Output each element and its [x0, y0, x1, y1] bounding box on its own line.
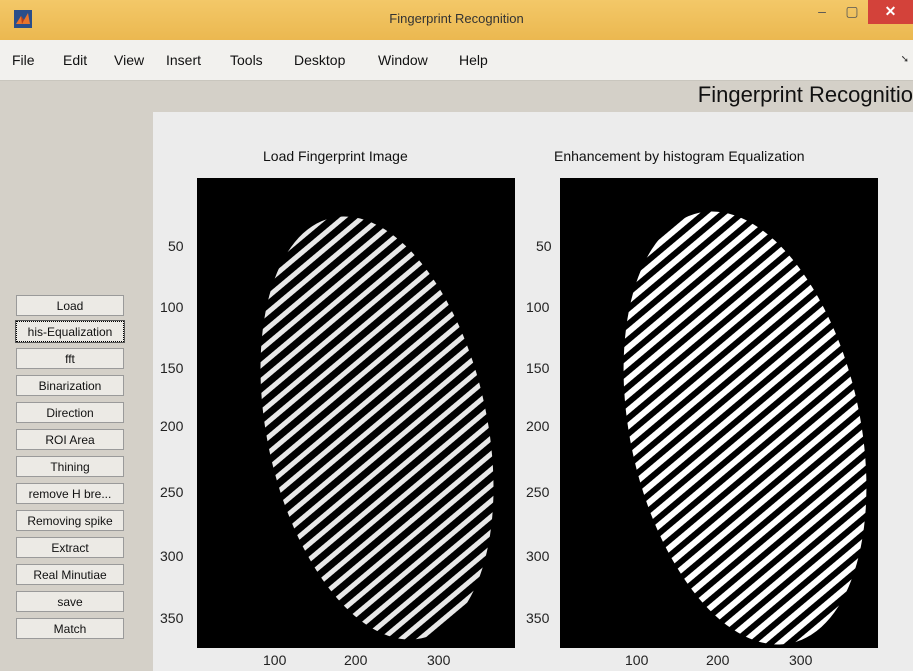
x-tick-left: 300 [427, 652, 451, 668]
save-button[interactable]: save [16, 591, 124, 612]
y-tick-right: 200 [526, 418, 550, 434]
y-tick-left: 300 [160, 548, 184, 564]
menu-overflow-icon[interactable]: ➘ [901, 54, 909, 65]
fingerprint-enhanced-image [560, 178, 878, 648]
menu-help[interactable]: Help [459, 52, 488, 68]
y-tick-right: 350 [526, 610, 550, 626]
x-tick-right: 300 [789, 652, 813, 668]
close-button[interactable]: ✕ [868, 0, 913, 24]
fft-button[interactable]: fft [16, 348, 124, 369]
x-tick-left: 200 [344, 652, 368, 668]
menu-edit[interactable]: Edit [63, 52, 87, 68]
y-tick-right: 300 [526, 548, 550, 564]
menu-window[interactable]: Window [378, 52, 428, 68]
y-tick-right: 150 [526, 360, 550, 376]
y-tick-left: 50 [168, 238, 184, 254]
fingerprint-original-graphic [260, 216, 494, 640]
x-tick-right: 200 [706, 652, 730, 668]
y-tick-right: 50 [536, 238, 552, 254]
menu-tools[interactable]: Tools [230, 52, 263, 68]
menu-view[interactable]: View [114, 52, 144, 68]
title-bar: Fingerprint Recognition – ▢ ✕ [0, 0, 913, 40]
menu-desktop[interactable]: Desktop [294, 52, 345, 68]
fingerprint-original-image [197, 178, 515, 648]
load-button[interactable]: Load [16, 295, 124, 316]
y-tick-right: 100 [526, 299, 550, 315]
y-tick-left: 350 [160, 610, 184, 626]
axes-title-load: Load Fingerprint Image [263, 148, 408, 164]
x-tick-left: 100 [263, 652, 287, 668]
minimize-button[interactable]: – [808, 0, 836, 24]
menu-file[interactable]: File [12, 52, 35, 68]
thining-button[interactable]: Thining [16, 456, 124, 477]
extract-button[interactable]: Extract [16, 537, 124, 558]
y-tick-left: 250 [160, 484, 184, 500]
real-minutiae-button[interactable]: Real Minutiae [16, 564, 124, 585]
y-tick-left: 100 [160, 299, 184, 315]
direction-button[interactable]: Direction [16, 402, 124, 423]
y-tick-right: 250 [526, 484, 550, 500]
y-tick-left: 200 [160, 418, 184, 434]
maximize-button[interactable]: ▢ [838, 0, 866, 24]
menu-insert[interactable]: Insert [166, 52, 201, 68]
figure-title: Fingerprint Recognitio [697, 82, 913, 107]
axes-title-enhanced: Enhancement by histogram Equalization [554, 148, 805, 164]
binarization-button[interactable]: Binarization [16, 375, 124, 396]
removing-spike-button[interactable]: Removing spike [16, 510, 124, 531]
his-equalization-button[interactable]: his-Equalization [15, 320, 125, 343]
menu-bar: File Edit View Insert Tools Desktop Wind… [0, 40, 913, 81]
y-tick-left: 150 [160, 360, 184, 376]
match-button[interactable]: Match [16, 618, 124, 639]
remove-h-break-button[interactable]: remove H bre... [16, 483, 124, 504]
window-title: Fingerprint Recognition [389, 11, 524, 26]
roi-area-button[interactable]: ROI Area [16, 429, 124, 450]
fingerprint-enhanced-graphic [623, 211, 867, 645]
x-tick-right: 100 [625, 652, 649, 668]
